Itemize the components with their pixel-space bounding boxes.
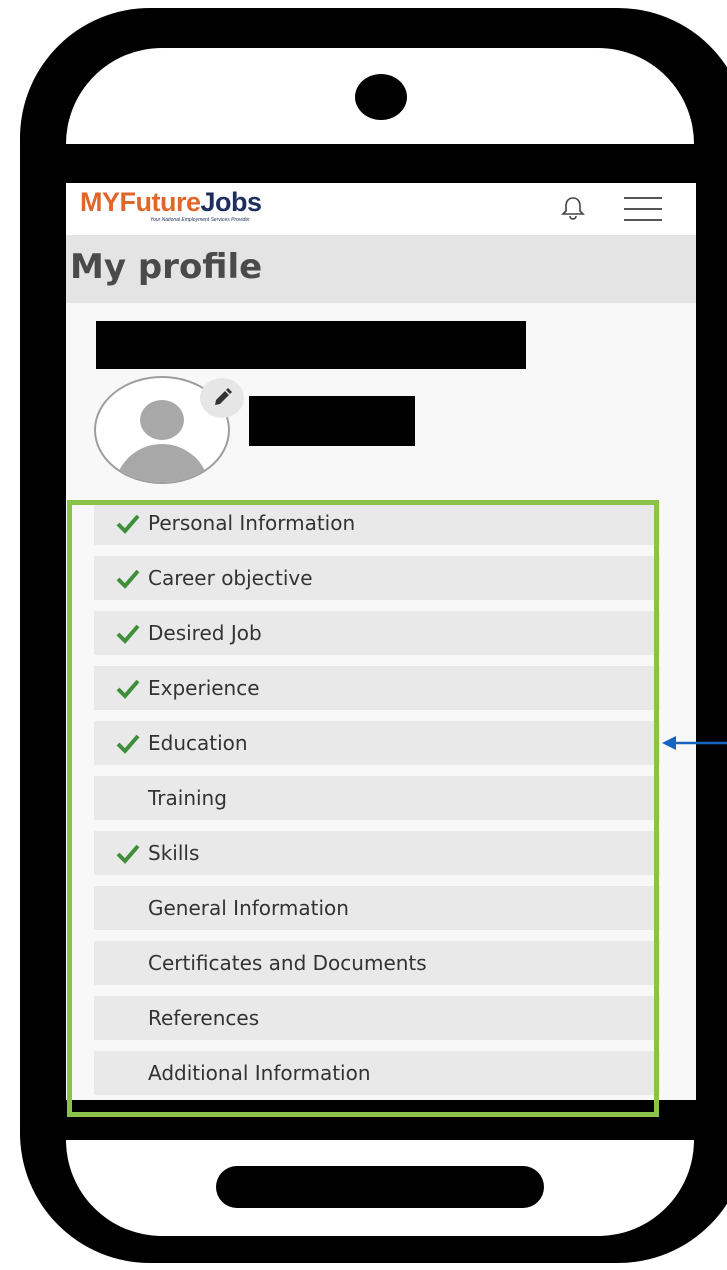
page-title: My profile xyxy=(70,247,263,287)
pencil-icon xyxy=(215,388,232,405)
home-button[interactable] xyxy=(216,1166,544,1208)
camera-icon xyxy=(355,74,407,120)
redacted-detail xyxy=(249,396,415,446)
myfuturejobs-logo[interactable]: MYFutureJobs Your National Employment Se… xyxy=(80,187,263,223)
title-bar: My profile xyxy=(66,235,696,303)
bell-icon[interactable] xyxy=(558,193,588,223)
logo-my: MY xyxy=(80,187,120,217)
redacted-name xyxy=(96,321,526,369)
callout-arrow-icon xyxy=(662,736,727,750)
hamburger-menu-icon[interactable] xyxy=(624,191,662,223)
logo-jobs: Jobs xyxy=(200,187,263,217)
logo-future: Future xyxy=(119,187,202,217)
sections-highlight-box xyxy=(67,500,659,1117)
logo-tagline: Your National Employment Services Provid… xyxy=(150,217,250,223)
app-header: MYFutureJobs Your National Employment Se… xyxy=(66,183,696,235)
edit-avatar-button[interactable] xyxy=(200,378,244,418)
